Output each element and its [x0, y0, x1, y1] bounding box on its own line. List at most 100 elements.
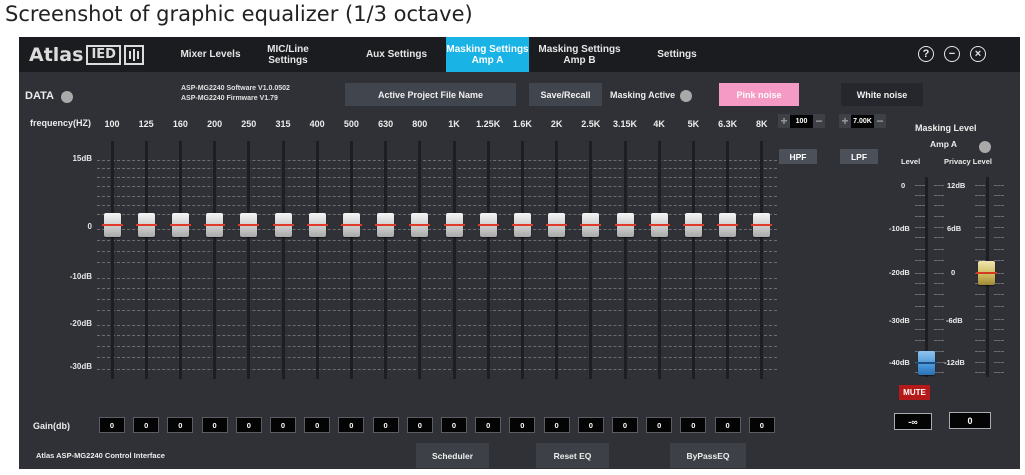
gain-value-5K[interactable]: 0	[680, 417, 707, 433]
tab-masking-settings-amp-a[interactable]: Masking Settings Amp A	[446, 37, 529, 72]
eq-slider-thumb-100[interactable]	[101, 213, 123, 237]
gain-value-2.5K[interactable]: 0	[577, 417, 604, 433]
gain-value-2K[interactable]: 0	[543, 417, 570, 433]
eq-slider-thumb-1.6K[interactable]	[511, 213, 533, 237]
eq-slider-track[interactable]	[555, 141, 559, 379]
eq-slider-track[interactable]	[281, 141, 285, 379]
eq-slider-track[interactable]	[623, 141, 627, 379]
eq-slider-track[interactable]	[520, 141, 524, 379]
gain-value-800[interactable]: 0	[406, 417, 433, 433]
gain-value-500[interactable]: 0	[338, 417, 365, 433]
eq-slider-thumb-800[interactable]	[409, 213, 431, 237]
gain-value-6.3K[interactable]: 0	[714, 417, 741, 433]
lpf-increase-button[interactable]: +	[839, 114, 851, 128]
eq-slider-track[interactable]	[178, 141, 182, 379]
eq-slider-track[interactable]	[349, 141, 353, 379]
gain-value-3.15K[interactable]: 0	[612, 417, 638, 433]
hpf-decrease-button[interactable]: −	[813, 114, 825, 128]
close-icon[interactable]: ×	[970, 46, 986, 62]
eq-slider-thumb-2K[interactable]	[546, 213, 568, 237]
help-icon[interactable]: ?	[918, 46, 934, 62]
privacy-scale-6: 6dB	[947, 224, 962, 233]
eq-slider-thumb-1K[interactable]	[443, 213, 465, 237]
eq-slider-thumb-125[interactable]	[135, 213, 157, 237]
hpf-button[interactable]: HPF	[779, 149, 817, 164]
level-slider-track[interactable]	[925, 177, 928, 377]
eq-slider-track[interactable]	[657, 141, 661, 379]
gain-value-200[interactable]: 0	[201, 417, 228, 433]
eq-slider-thumb-200[interactable]	[204, 213, 226, 237]
eq-slider-thumb-630[interactable]	[375, 213, 397, 237]
eq-slider-track[interactable]	[247, 141, 251, 379]
eq-slider-track[interactable]	[452, 141, 456, 379]
bypass-eq-button[interactable]: ByPassEQ	[670, 443, 746, 468]
privacy-value-box[interactable]: 0	[949, 412, 991, 429]
eq-grid-line	[97, 205, 777, 206]
gain-value-8K[interactable]: 0	[748, 417, 775, 433]
eq-slider-track[interactable]	[726, 141, 730, 379]
gain-value-100[interactable]: 0	[99, 417, 125, 433]
gain-value-1.6K[interactable]: 0	[509, 417, 536, 433]
eq-slider-track[interactable]	[315, 141, 319, 379]
gain-value-400[interactable]: 0	[304, 417, 331, 433]
eq-slider-thumb-315[interactable]	[272, 213, 294, 237]
tab-masking-settings-amp-b[interactable]: Masking Settings Amp B	[537, 37, 622, 72]
tab-mic-line-settings[interactable]: MIC/Line Settings	[252, 37, 324, 72]
tab-mixer-levels[interactable]: Mixer Levels	[169, 37, 252, 72]
gain-value-125[interactable]: 0	[133, 417, 160, 433]
minimize-icon[interactable]: −	[944, 46, 960, 62]
gain-value-1.25K[interactable]: 0	[475, 417, 502, 433]
hpf-increase-button[interactable]: +	[778, 114, 790, 128]
eq-slider-thumb-2.5K[interactable]	[580, 213, 602, 237]
lpf-button[interactable]: LPF	[840, 149, 878, 164]
save-recall-button[interactable]: Save/Recall	[529, 83, 602, 106]
tab-aux-settings[interactable]: Aux Settings	[354, 37, 439, 72]
eq-slider-track[interactable]	[486, 141, 490, 379]
eq-slider-thumb-4K[interactable]	[648, 213, 670, 237]
eq-slider-thumb-160[interactable]	[169, 213, 191, 237]
gain-value-250[interactable]: 0	[235, 417, 262, 433]
scheduler-button[interactable]: Scheduler	[416, 443, 489, 468]
gain-value-315[interactable]: 0	[270, 417, 296, 433]
level-slider-thumb[interactable]	[916, 351, 937, 375]
hpf-value[interactable]: 100	[790, 114, 813, 128]
white-noise-button[interactable]: White noise	[841, 83, 923, 106]
eq-slider-track[interactable]	[144, 141, 148, 379]
masking-grid-line	[915, 340, 925, 341]
masking-grid-line	[975, 227, 985, 228]
lpf-decrease-button[interactable]: −	[874, 114, 886, 128]
lpf-value[interactable]: 7.00K	[851, 114, 874, 128]
hpf-spinner[interactable]: + 100 −	[778, 114, 825, 128]
active-project-file-button[interactable]: Active Project File Name	[345, 83, 516, 106]
eq-slider-track[interactable]	[589, 141, 593, 379]
eq-slider-track[interactable]	[691, 141, 695, 379]
eq-slider-track[interactable]	[110, 141, 114, 379]
tab-settings[interactable]: Settings	[647, 37, 707, 72]
level-value-box[interactable]: -∞	[894, 413, 932, 430]
eq-slider-track[interactable]	[384, 141, 388, 379]
gain-value-630[interactable]: 0	[372, 417, 399, 433]
lpf-spinner[interactable]: + 7.00K −	[839, 114, 886, 128]
eq-slider-thumb-6.3K[interactable]	[717, 213, 739, 237]
eq-slider-thumb-3.15K[interactable]	[614, 213, 636, 237]
eq-slider-track[interactable]	[418, 141, 422, 379]
eq-slider-thumb-250[interactable]	[238, 213, 260, 237]
frequency-label: frequency(HZ)	[30, 118, 92, 128]
eq-slider-track[interactable]	[760, 141, 764, 379]
gain-value-160[interactable]: 0	[167, 417, 194, 433]
masking-grid-line	[975, 195, 985, 196]
eq-slider-thumb-8K[interactable]	[751, 213, 773, 237]
mute-button[interactable]: MUTE	[899, 385, 930, 400]
privacy-slider-thumb[interactable]	[976, 261, 997, 285]
gain-value-1K[interactable]: 0	[441, 417, 467, 433]
masking-grid-line	[934, 372, 944, 373]
eq-slider-thumb-5K[interactable]	[682, 213, 704, 237]
reset-eq-button[interactable]: Reset EQ	[536, 443, 609, 468]
eq-slider-track[interactable]	[213, 141, 217, 379]
eq-slider-thumb-1.25K[interactable]	[477, 213, 499, 237]
frequency-label-3.15K: 3.15K	[612, 119, 638, 129]
pink-noise-button[interactable]: Pink noise	[719, 83, 799, 106]
gain-value-4K[interactable]: 0	[646, 417, 673, 433]
eq-slider-thumb-400[interactable]	[306, 213, 328, 237]
eq-slider-thumb-500[interactable]	[340, 213, 362, 237]
